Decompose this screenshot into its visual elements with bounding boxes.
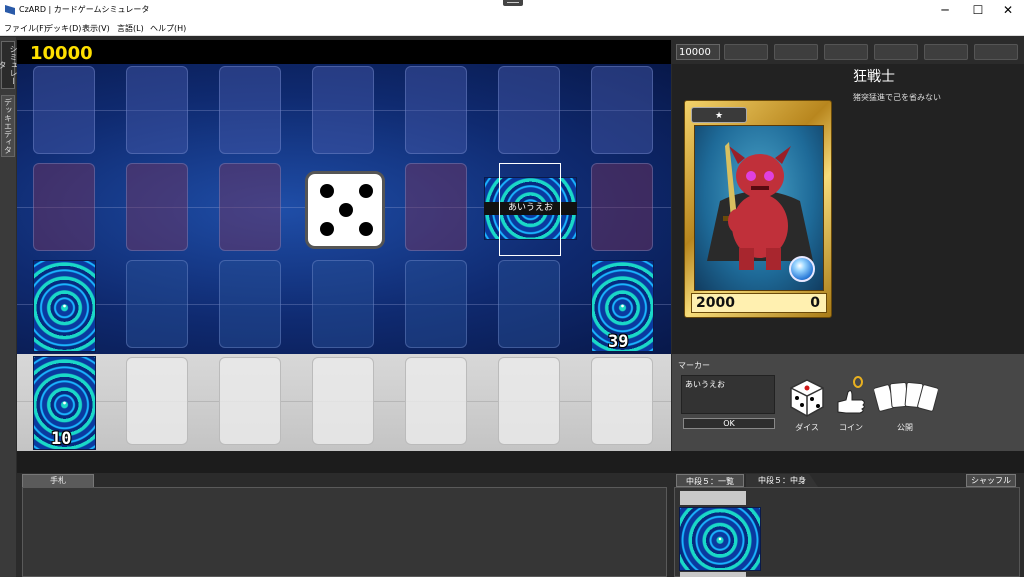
card-slot[interactable] <box>405 66 467 154</box>
card-slot[interactable] <box>219 163 281 251</box>
app-icon <box>5 5 15 15</box>
reveal-tool-button[interactable] <box>873 380 939 416</box>
dice-icon <box>790 379 824 417</box>
card-slot[interactable] <box>591 357 653 445</box>
top-tab[interactable] <box>974 44 1018 60</box>
cards-fan-icon <box>873 382 939 412</box>
card-slot[interactable] <box>405 260 467 348</box>
side-tab-strip: シミュレータ デッキエディタ <box>0 37 18 577</box>
life-points-display: 10000 <box>676 44 720 60</box>
player-score: 10000 <box>30 43 93 64</box>
tab-deck-editor[interactable]: デッキエディタ <box>1 95 15 157</box>
card-slot[interactable] <box>498 66 560 154</box>
top-tab[interactable] <box>924 44 968 60</box>
card-defense: 0 <box>810 295 820 311</box>
dice-icon[interactable] <box>305 171 385 249</box>
ok-button[interactable]: OK <box>683 418 775 429</box>
card-slot[interactable] <box>219 357 281 445</box>
dice-pip <box>359 222 373 236</box>
drag-handle-icon[interactable] <box>503 0 523 6</box>
close-button[interactable]: ✕ <box>992 0 1024 20</box>
card-stats: 2000 0 <box>691 293 827 313</box>
card-slot[interactable] <box>312 357 374 445</box>
menu-deck[interactable]: デッキ(D) <box>45 23 81 34</box>
top-tab[interactable] <box>774 44 818 60</box>
menu-bar: ファイル(F) デッキ(D) 表示(V) 言語(L) ヘルプ(H) <box>0 20 1024 36</box>
face-down-card[interactable] <box>33 260 96 352</box>
dice-pip <box>339 203 353 217</box>
list-item[interactable] <box>680 491 746 505</box>
card-slot[interactable] <box>498 260 560 348</box>
menu-language[interactable]: 言語(L) <box>117 23 144 34</box>
card-slot[interactable] <box>219 66 281 154</box>
menu-file[interactable]: ファイル(F) <box>4 23 47 34</box>
tab-hand[interactable]: 手札 <box>22 474 94 487</box>
card-slot[interactable] <box>498 357 560 445</box>
card-slot[interactable] <box>219 260 281 348</box>
card-slot[interactable] <box>33 163 95 251</box>
score-bar <box>17 42 671 64</box>
coin-tool-button[interactable] <box>834 376 868 420</box>
minimize-button[interactable]: ─ <box>929 0 961 20</box>
card-slot[interactable] <box>126 357 188 445</box>
attribute-orb-icon <box>789 256 815 282</box>
deck-count: 39 <box>608 332 629 352</box>
selection-frame <box>499 163 561 256</box>
dice-tool-button[interactable] <box>788 378 826 418</box>
card-slot[interactable] <box>126 260 188 348</box>
top-tab[interactable] <box>874 44 918 60</box>
tab-zone-list[interactable]: 中段５：一覧 <box>676 474 744 487</box>
marker-input[interactable]: あいうえお <box>681 375 775 414</box>
card-slot[interactable] <box>126 66 188 154</box>
marker-title: マーカー <box>678 361 710 370</box>
divider-strip <box>17 451 1024 473</box>
list-item[interactable] <box>680 572 746 577</box>
top-tab[interactable] <box>724 44 768 60</box>
menu-help[interactable]: ヘルプ(H) <box>150 23 186 34</box>
card-slot[interactable] <box>405 163 467 251</box>
card-name: 狂戦士 <box>853 69 895 85</box>
top-tab[interactable] <box>824 44 868 60</box>
coin-label: コイン <box>839 423 863 432</box>
card-slot[interactable] <box>126 163 188 251</box>
card-description: 猪突猛進で己を省みない <box>853 93 941 102</box>
hand-area <box>22 487 667 577</box>
dice-pip <box>320 184 334 198</box>
card-slot[interactable] <box>591 66 653 154</box>
level-star-icon: ★ <box>691 107 747 123</box>
coin-flip-icon <box>837 376 865 414</box>
dice-label: ダイス <box>795 423 819 432</box>
window-title: CzARD | カードゲームシミュレータ <box>19 5 150 14</box>
dice-pip <box>320 222 334 236</box>
title-bar: CzARD | カードゲームシミュレータ ─ ☐ ✕ <box>0 0 1024 20</box>
card-slot[interactable] <box>33 66 95 154</box>
card-slot[interactable] <box>312 66 374 154</box>
dice-pip <box>359 184 373 198</box>
card-slot[interactable] <box>405 357 467 445</box>
tab-simulator[interactable]: シミュレータ <box>0 41 18 89</box>
shuffle-button[interactable]: シャッフル <box>966 474 1016 487</box>
card-slot[interactable] <box>591 163 653 251</box>
zone-card[interactable] <box>679 507 761 571</box>
menu-view[interactable]: 表示(V) <box>82 23 110 34</box>
card-preview: ★ 2000 0 <box>684 100 832 318</box>
maximize-button[interactable]: ☐ <box>962 0 994 20</box>
card-attack: 2000 <box>696 295 735 311</box>
card-slot[interactable] <box>312 260 374 348</box>
deck-count: 10 <box>51 429 72 449</box>
tab-zone-contents[interactable]: 中段５：中身 <box>746 474 818 487</box>
reveal-label: 公開 <box>897 423 913 432</box>
